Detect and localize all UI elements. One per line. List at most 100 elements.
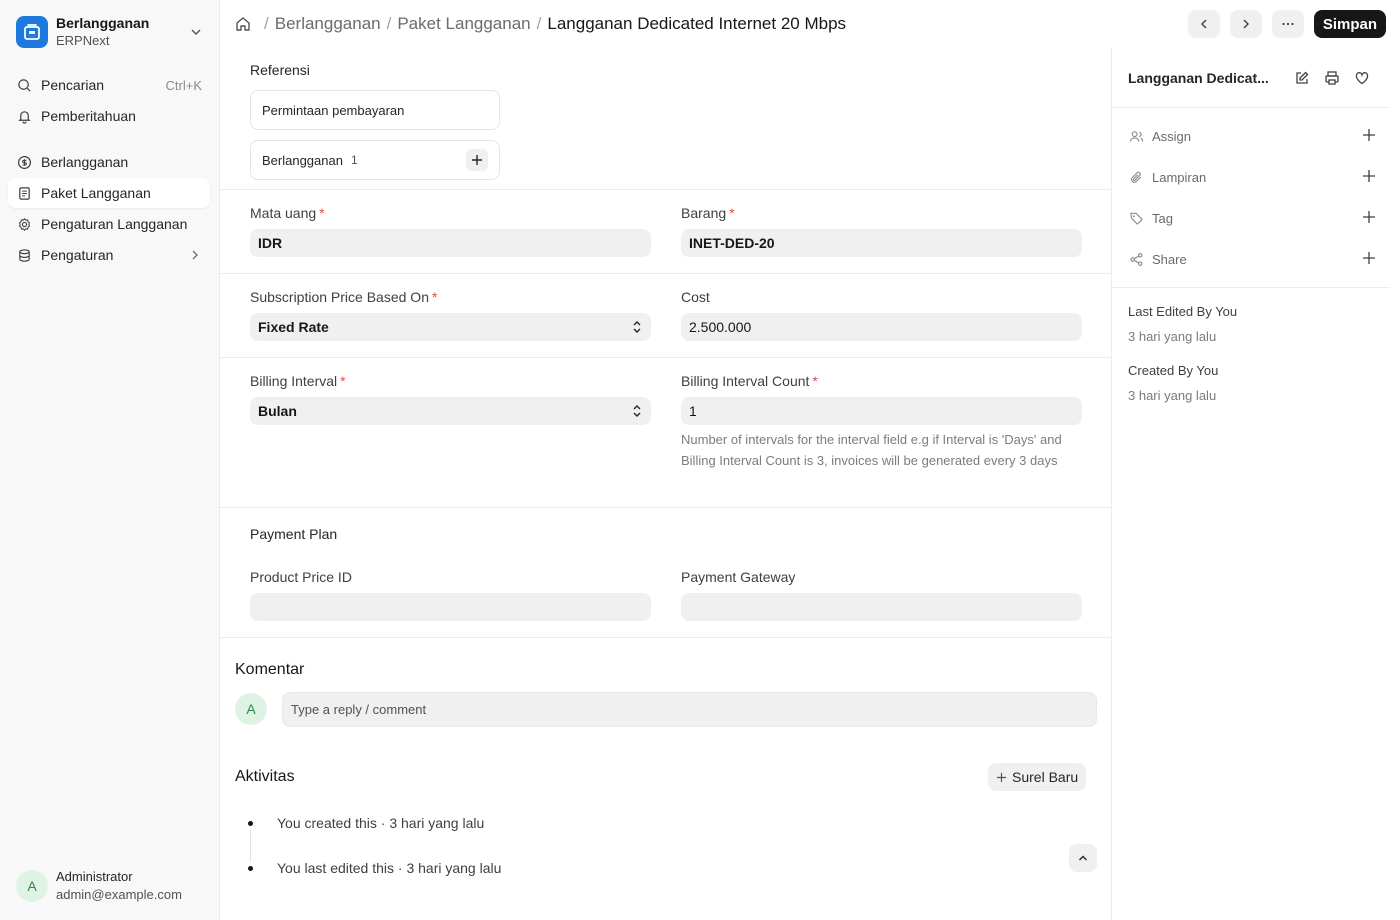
created-label: Created By You xyxy=(1128,363,1219,378)
reference-card-permintaan-pembayaran[interactable]: Permintaan pembayaran xyxy=(250,90,500,130)
section-divider xyxy=(220,637,1112,638)
attachments-row[interactable]: Lampiran xyxy=(1128,165,1378,189)
plus-icon[interactable] xyxy=(1362,210,1378,226)
payment-plan-title: Payment Plan xyxy=(250,526,338,542)
timeline-dot xyxy=(248,865,253,871)
cost-label: Cost xyxy=(681,289,710,305)
plus-icon[interactable] xyxy=(1362,169,1378,185)
sidebar: Berlangganan ERPNext Pencarian Ctrl+K Pe… xyxy=(0,0,220,920)
references-title: Referensi xyxy=(250,62,310,78)
app-title: Berlangganan xyxy=(56,15,150,31)
gear-icon xyxy=(16,216,32,232)
select-arrows-icon xyxy=(631,319,643,335)
add-reference-button[interactable] xyxy=(466,149,488,171)
search-label: Pencarian xyxy=(41,77,105,93)
next-button[interactable] xyxy=(1229,10,1262,38)
price-based-on-label: Subscription Price Based On * xyxy=(250,289,438,305)
section-divider xyxy=(220,357,1112,358)
sidebar-item-berlangganan[interactable]: Berlangganan xyxy=(8,147,210,177)
item-field[interactable]: INET-DED-20 xyxy=(681,229,1082,257)
paperclip-icon xyxy=(1128,169,1144,185)
billing-interval-count-label: Billing Interval Count * xyxy=(681,373,818,389)
billing-interval-count-help: Number of intervals for the interval fie… xyxy=(681,432,1062,468)
sidebar-item-label: Paket Langganan xyxy=(41,185,151,201)
cost-field[interactable]: 2.500.000 xyxy=(681,313,1082,341)
billing-interval-count-field[interactable]: 1 xyxy=(681,397,1082,425)
notifications-link[interactable]: Pemberitahuan xyxy=(8,101,210,131)
chevron-right-icon xyxy=(1239,17,1253,31)
previous-button[interactable] xyxy=(1187,10,1220,38)
price-based-on-select[interactable]: Fixed Rate xyxy=(250,313,651,341)
notifications-label: Pemberitahuan xyxy=(41,108,136,124)
payment-gateway-field[interactable] xyxy=(681,593,1082,621)
plus-icon xyxy=(471,154,483,166)
tags-label: Tag xyxy=(1152,210,1173,226)
more-actions-button[interactable] xyxy=(1271,10,1304,38)
currency-label: Mata uang * xyxy=(250,205,325,221)
panel-divider xyxy=(1113,287,1390,288)
print-icon[interactable] xyxy=(1321,68,1343,88)
new-email-button[interactable]: Surel Baru xyxy=(988,763,1087,791)
plus-icon[interactable] xyxy=(1362,128,1378,144)
timeline-line xyxy=(250,830,251,862)
search-link[interactable]: Pencarian Ctrl+K xyxy=(8,70,210,100)
product-price-id-field[interactable] xyxy=(250,593,651,621)
scroll-to-top-button[interactable] xyxy=(1069,844,1097,872)
user-email: admin@example.com xyxy=(56,887,182,902)
item-label: Barang * xyxy=(681,205,735,221)
dollar-circle-icon xyxy=(16,154,32,170)
home-icon[interactable] xyxy=(234,15,252,33)
user-name: Administrator xyxy=(56,869,133,884)
last-edited-label: Last Edited By You xyxy=(1128,304,1238,319)
page-header: / Berlangganan / Paket Langganan / Langg… xyxy=(220,0,1400,48)
breadcrumb: / Berlangganan / Paket Langganan / Langg… xyxy=(234,14,846,34)
chevron-left-icon xyxy=(1197,17,1211,31)
breadcrumb-berlangganan[interactable]: Berlangganan xyxy=(275,14,381,34)
bell-icon xyxy=(16,108,32,124)
page-title: Langganan Dedicated Internet 20 Mbps xyxy=(547,14,847,33)
product-price-id-label: Product Price ID xyxy=(250,569,352,585)
reference-card-berlangganan[interactable]: Berlangganan 1 xyxy=(250,140,500,180)
activity-title: Aktivitas xyxy=(235,768,295,785)
search-shortcut: Ctrl+K xyxy=(165,77,202,93)
comment-input[interactable]: Type a reply / comment xyxy=(282,692,1097,727)
sidebar-item-pengaturan-langganan[interactable]: Pengaturan Langganan xyxy=(8,209,210,239)
activity-item: You created this · 3 hari yang lalu xyxy=(248,815,484,831)
chevron-up-icon xyxy=(1077,852,1089,864)
reference-label: Permintaan pembayaran xyxy=(262,102,405,118)
sidebar-item-pengaturan[interactable]: Pengaturan xyxy=(8,240,210,270)
billing-interval-select[interactable]: Bulan xyxy=(250,397,651,425)
app-switcher[interactable]: Berlangganan ERPNext xyxy=(8,8,212,56)
sidebar-item-label: Pengaturan xyxy=(41,247,114,263)
tags-row[interactable]: Tag xyxy=(1128,206,1378,230)
breadcrumb-paket-langganan[interactable]: Paket Langganan xyxy=(397,14,530,34)
select-value: Bulan xyxy=(258,403,297,419)
attachments-label: Lampiran xyxy=(1152,169,1207,185)
select-value: Fixed Rate xyxy=(258,319,329,335)
activity-text: You created this · 3 hari yang lalu xyxy=(277,815,485,831)
user-menu[interactable]: A Administrator admin@example.com xyxy=(8,862,212,910)
sidebar-item-label: Berlangganan xyxy=(41,154,129,170)
users-icon xyxy=(1128,128,1144,144)
breadcrumb-separator: / xyxy=(264,14,269,33)
assign-row[interactable]: Assign xyxy=(1128,124,1378,148)
breadcrumb-separator: / xyxy=(386,14,392,33)
breadcrumb-separator: / xyxy=(536,14,542,33)
currency-field[interactable]: IDR xyxy=(250,229,651,257)
reference-count: 1 xyxy=(350,153,358,167)
avatar: A xyxy=(16,870,48,902)
edit-icon[interactable] xyxy=(1291,68,1313,88)
reference-label: Berlangganan xyxy=(262,152,343,168)
section-divider xyxy=(220,507,1112,508)
sidebar-item-paket-langganan[interactable]: Paket Langganan xyxy=(8,178,210,208)
document-sidebar: Langganan Dedicat... Assign Lampiran Tag… xyxy=(1113,48,1390,920)
payment-gateway-label: Payment Gateway xyxy=(681,569,796,585)
share-row[interactable]: Share xyxy=(1128,247,1378,271)
heart-icon[interactable] xyxy=(1351,68,1373,88)
save-button[interactable]: Simpan xyxy=(1313,10,1386,38)
activity-item: You last edited this · 3 hari yang lalu xyxy=(248,860,501,876)
assign-label: Assign xyxy=(1152,128,1192,144)
avatar: A xyxy=(235,693,267,725)
plus-icon[interactable] xyxy=(1362,251,1378,267)
new-email-label: Surel Baru xyxy=(1012,769,1079,785)
